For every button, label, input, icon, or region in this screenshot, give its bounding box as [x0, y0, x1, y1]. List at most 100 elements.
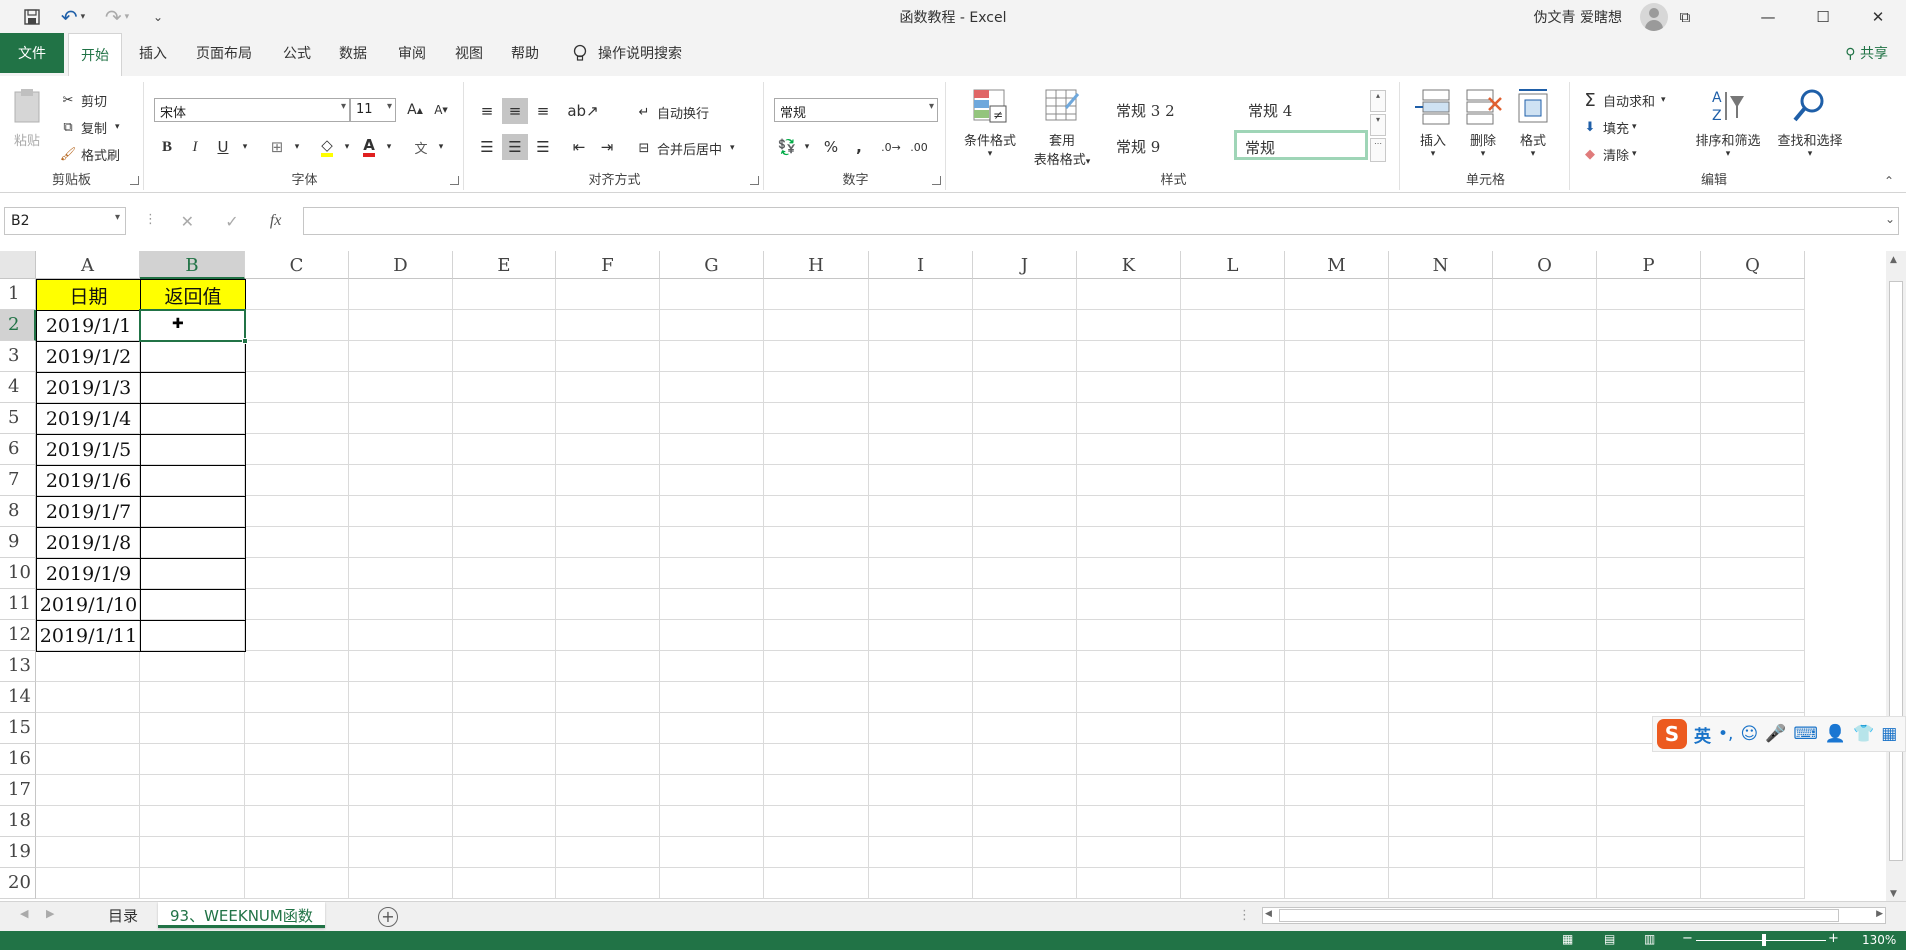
orientation-button[interactable]: ab↗: [567, 98, 598, 124]
autosum-button[interactable]: Σ 自动求和 ▾: [1580, 90, 1665, 111]
increase-indent-button[interactable]: ⇥: [594, 134, 620, 160]
enter-icon[interactable]: ✓: [225, 212, 238, 231]
ime-language[interactable]: 英: [1694, 722, 1711, 747]
tab-home[interactable]: 开始: [68, 33, 122, 76]
tab-review[interactable]: 审阅: [386, 33, 438, 73]
name-box[interactable]: B2 ▾: [4, 207, 126, 235]
comma-style-button[interactable]: ,: [846, 134, 872, 160]
tab-help[interactable]: 帮助: [499, 33, 551, 73]
cell-b12[interactable]: [140, 620, 246, 652]
cell-a11[interactable]: 2019/1/10: [36, 589, 141, 621]
row-header-2[interactable]: 2: [0, 310, 36, 341]
row-header-19[interactable]: 19: [0, 837, 36, 868]
column-header-k[interactable]: K: [1077, 251, 1181, 279]
cell-a6[interactable]: 2019/1/5: [36, 434, 141, 466]
style-normal-4[interactable]: 常规 4: [1240, 96, 1368, 126]
cell-a9[interactable]: 2019/1/8: [36, 527, 141, 559]
insert-cells-button[interactable]: 插入 ▾: [1408, 86, 1458, 159]
row-header-6[interactable]: 6: [0, 434, 36, 465]
cell-b1[interactable]: 返回值: [140, 279, 246, 311]
percent-style-button[interactable]: %: [818, 134, 844, 160]
zoom-slider-thumb[interactable]: [1762, 934, 1766, 946]
row-header-3[interactable]: 3: [0, 341, 36, 372]
gallery-more-icon[interactable]: ⋯: [1370, 138, 1386, 162]
cell-b4[interactable]: [140, 372, 246, 404]
row-header-10[interactable]: 10: [0, 558, 36, 589]
middle-align-button[interactable]: ≡: [502, 98, 528, 124]
column-header-b[interactable]: B: [140, 251, 245, 279]
tell-me-search[interactable]: 操作说明搜索: [560, 33, 694, 73]
sheet-tab-weeknum[interactable]: 93、WEEKNUM函数: [158, 902, 325, 928]
accounting-dropdown-icon[interactable]: ▾: [794, 134, 820, 160]
cell-a7[interactable]: 2019/1/6: [36, 465, 141, 497]
column-header-n[interactable]: N: [1389, 251, 1493, 279]
delete-cells-button[interactable]: 删除 ▾: [1458, 86, 1508, 159]
row-header-14[interactable]: 14: [0, 682, 36, 713]
clipboard-launcher-icon[interactable]: [130, 176, 139, 185]
cell-b3[interactable]: [140, 341, 246, 373]
tab-view[interactable]: 视图: [443, 33, 495, 73]
cut-button[interactable]: ✂ 剪切: [58, 90, 107, 110]
cell-a2[interactable]: 2019/1/1: [36, 310, 141, 342]
bottom-align-button[interactable]: ≡: [530, 98, 556, 124]
column-header-j[interactable]: J: [973, 251, 1077, 279]
row-header-1[interactable]: 1: [0, 279, 36, 310]
column-header-o[interactable]: O: [1493, 251, 1597, 279]
cell-b5[interactable]: [140, 403, 246, 435]
column-header-q[interactable]: Q: [1701, 251, 1805, 279]
italic-button[interactable]: I: [182, 134, 208, 160]
column-header-m[interactable]: M: [1285, 251, 1389, 279]
align-center-button[interactable]: ☰: [502, 134, 528, 160]
borders-dropdown-icon[interactable]: ▾: [284, 134, 310, 160]
tab-insert[interactable]: 插入: [127, 33, 179, 73]
scroll-up-icon[interactable]: ▲: [1890, 255, 1897, 265]
row-header-12[interactable]: 12: [0, 620, 36, 651]
decrease-indent-button[interactable]: ⇤: [566, 134, 592, 160]
select-all-corner[interactable]: [0, 251, 36, 279]
tab-file[interactable]: 文件: [0, 33, 64, 73]
paste-button[interactable]: 粘贴: [6, 86, 48, 149]
scroll-thumb[interactable]: [1889, 281, 1903, 861]
decrease-decimal-button[interactable]: .00: [906, 134, 932, 160]
row-header-20[interactable]: 20: [0, 868, 36, 899]
number-format-select[interactable]: 常规 ▾: [774, 98, 938, 122]
decrease-font-size-button[interactable]: A ▼: [428, 97, 454, 123]
number-launcher-icon[interactable]: [932, 176, 941, 185]
format-painter-button[interactable]: 🖌 格式刷: [58, 144, 120, 164]
row-header-15[interactable]: 15: [0, 713, 36, 744]
zoom-slider[interactable]: [1696, 940, 1826, 941]
close-button[interactable]: ✕: [1850, 0, 1906, 33]
increase-font-size-button[interactable]: A ▲: [402, 97, 428, 123]
keyboard-icon[interactable]: ⌨: [1793, 724, 1818, 744]
page-break-view-icon[interactable]: ▥: [1644, 932, 1655, 946]
row-header-13[interactable]: 13: [0, 651, 36, 682]
wrap-text-button[interactable]: ↵ 自动换行: [634, 102, 709, 122]
column-header-i[interactable]: I: [869, 251, 973, 279]
copy-button[interactable]: ⧉ 复制 ▾: [58, 117, 119, 137]
punctuation-icon[interactable]: •,: [1718, 724, 1733, 744]
gallery-scroll-up-icon[interactable]: ▴: [1370, 90, 1386, 112]
find-select-button[interactable]: 查找和选择 ▾: [1770, 86, 1850, 159]
add-sheet-icon[interactable]: +: [378, 907, 398, 927]
row-header-8[interactable]: 8: [0, 496, 36, 527]
tab-page-layout[interactable]: 页面布局: [184, 33, 264, 73]
emoji-icon[interactable]: ☺: [1740, 724, 1758, 744]
cell-a10[interactable]: 2019/1/9: [36, 558, 141, 590]
font-color-dropdown-icon[interactable]: ▾: [376, 134, 402, 160]
tab-formulas[interactable]: 公式: [271, 33, 323, 73]
cell-a8[interactable]: 2019/1/7: [36, 496, 141, 528]
formula-input[interactable]: ⌄: [303, 207, 1899, 235]
column-header-a[interactable]: A: [36, 251, 140, 279]
phonetic-dropdown-icon[interactable]: ▾: [428, 134, 454, 160]
row-header-18[interactable]: 18: [0, 806, 36, 837]
cell-b11[interactable]: [140, 589, 246, 621]
ribbon-display-options-icon[interactable]: ⧉: [1657, 0, 1713, 33]
fill-handle[interactable]: [242, 338, 248, 344]
scroll-right-icon[interactable]: ▶: [1876, 909, 1883, 919]
normal-view-icon[interactable]: ▦: [1562, 932, 1573, 946]
cell-a1[interactable]: 日期: [36, 279, 141, 311]
format-as-table-button[interactable]: 套用 表格格式▾: [1026, 86, 1098, 168]
align-right-button[interactable]: ☰: [530, 134, 556, 160]
skin-icon[interactable]: 👕: [1853, 724, 1874, 744]
column-header-d[interactable]: D: [349, 251, 453, 279]
